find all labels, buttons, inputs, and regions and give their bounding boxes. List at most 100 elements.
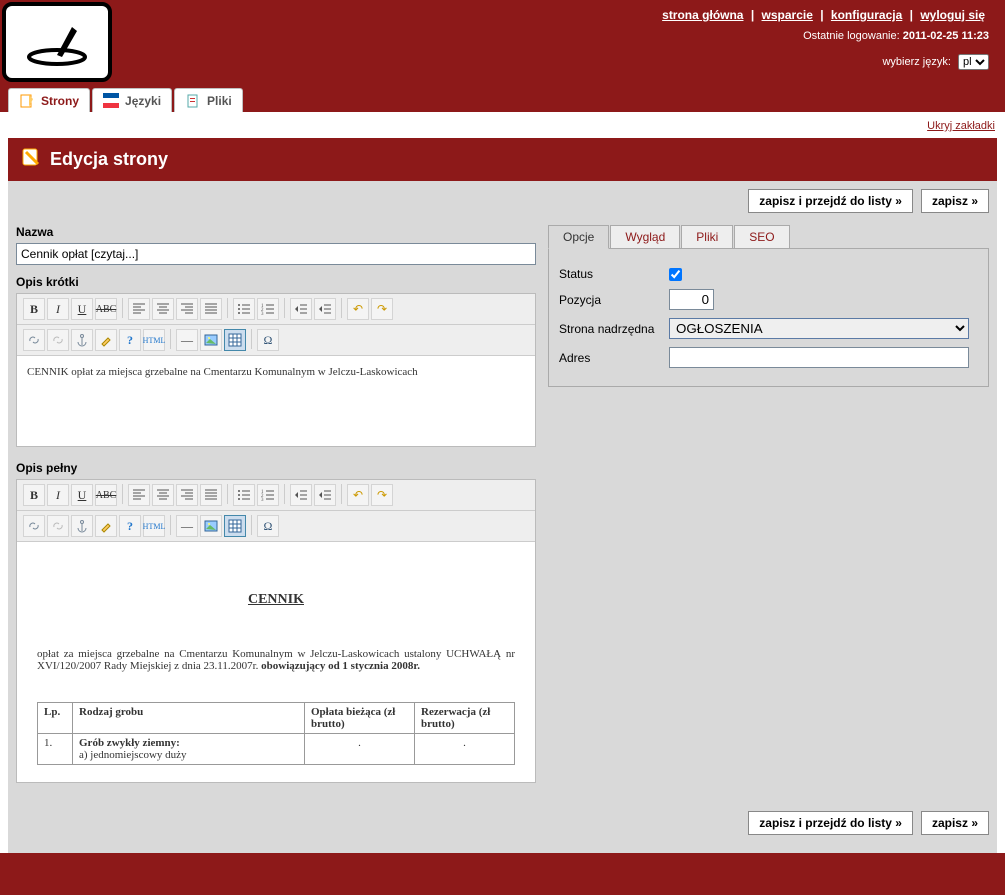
tab-pliki[interactable]: Pliki [174,88,243,112]
save-button-bottom[interactable]: zapisz » [921,811,989,835]
align-justify-button[interactable] [200,484,222,506]
ul-button[interactable] [233,298,255,320]
opt-tab-wyglad[interactable]: Wygląd [610,225,680,249]
link-logout[interactable]: wyloguj się [920,8,985,22]
redo-button[interactable]: ↷ [371,298,393,320]
help-button[interactable]: ? [119,329,141,351]
short-toolbar: B I U ABC 123 [17,294,535,325]
table-button[interactable] [224,515,246,537]
italic-button[interactable]: I [47,484,69,506]
svg-text:3: 3 [261,498,264,502]
bold-button[interactable]: B [23,298,45,320]
status-checkbox[interactable] [669,268,682,281]
align-justify-button[interactable] [200,298,222,320]
page-heading: Edycja strony [8,138,997,181]
full-toolbar-2: ? HTML — Ω [17,511,535,542]
lang-select[interactable]: pl [958,54,989,70]
footer-bar [0,861,1005,877]
full-desc-editor: B I U ABC 123 [16,479,536,783]
clean-button[interactable] [95,329,117,351]
short-desc-editor: B I U ABC 123 [16,293,536,447]
italic-button[interactable]: I [47,298,69,320]
parent-label: Strona nadrzędna [559,322,669,336]
hide-tabs-link[interactable]: Ukryj zakładki [927,120,995,132]
link-button[interactable] [23,515,45,537]
ul-button[interactable] [233,484,255,506]
clean-button[interactable] [95,515,117,537]
help-button[interactable]: ? [119,515,141,537]
bold-button[interactable]: B [23,484,45,506]
opt-tab-opcje[interactable]: Opcje [548,225,609,249]
save-go-button-bottom[interactable]: zapisz i przejdź do listy » [748,811,913,835]
name-input[interactable] [16,243,536,265]
anchor-button[interactable] [71,515,93,537]
header-links: strona główna | wsparcie | konfiguracja … [658,8,989,22]
unlink-button[interactable] [47,329,69,351]
short-desc-label: Opis krótki [16,275,536,289]
redo-button[interactable]: ↷ [371,484,393,506]
link-support[interactable]: wsparcie [762,8,813,22]
full-desc-label: Opis pełny [16,461,536,475]
opt-tab-seo[interactable]: SEO [734,225,789,249]
status-label: Status [559,267,669,281]
table-button[interactable] [224,329,246,351]
name-label: Nazwa [16,225,536,239]
align-center-button[interactable] [152,298,174,320]
hr-button[interactable]: — [176,515,198,537]
parent-select[interactable]: OGŁOSZENIA [669,318,969,339]
image-button[interactable] [200,515,222,537]
align-left-button[interactable] [128,298,150,320]
underline-button[interactable]: U [71,298,93,320]
save-go-button[interactable]: zapisz i przejdź do listy » [748,189,913,213]
link-button[interactable] [23,329,45,351]
align-left-button[interactable] [128,484,150,506]
unlink-button[interactable] [47,515,69,537]
align-center-button[interactable] [152,484,174,506]
underline-button[interactable]: U [71,484,93,506]
tab-strony[interactable]: Strony [8,88,90,112]
strike-button[interactable]: ABC [95,298,117,320]
align-right-button[interactable] [176,298,198,320]
hr-button[interactable]: — [176,329,198,351]
address-input[interactable] [669,347,969,368]
undo-button[interactable]: ↶ [347,298,369,320]
price-table: Lp. Rodzaj grobu Opłata bieżąca (zł brut… [37,702,515,765]
edit-page-icon [20,146,42,173]
strike-button[interactable]: ABC [95,484,117,506]
ol-button[interactable]: 123 [257,484,279,506]
full-toolbar: B I U ABC 123 [17,480,535,511]
position-input[interactable] [669,289,714,310]
outdent-button[interactable] [290,298,312,320]
app-header: strona główna | wsparcie | konfiguracja … [0,0,1005,88]
main-tabs: Strony Języki Pliki [8,88,997,112]
last-login: Ostatnie logowanie: 2011-02-25 11:23 [803,30,989,42]
position-label: Pozycja [559,293,669,307]
indent-button[interactable] [314,484,336,506]
anchor-button[interactable] [71,329,93,351]
svg-text:3: 3 [261,312,264,316]
image-button[interactable] [200,329,222,351]
opt-tab-pliki[interactable]: Pliki [681,225,733,249]
save-button[interactable]: zapisz » [921,189,989,213]
link-home[interactable]: strona główna [662,8,743,22]
undo-button[interactable]: ↶ [347,484,369,506]
address-label: Adres [559,351,669,365]
omega-button[interactable]: Ω [257,515,279,537]
short-toolbar-2: ? HTML — Ω [17,325,535,356]
page-icon [19,93,35,109]
html-button[interactable]: HTML [143,515,165,537]
file-icon [185,93,201,109]
lang-chooser: wybierz język: pl [882,54,989,70]
align-right-button[interactable] [176,484,198,506]
link-config[interactable]: konfiguracja [831,8,902,22]
omega-button[interactable]: Ω [257,329,279,351]
full-desc-content[interactable]: CENNIK opłat za miejsca grzebalne na Cme… [17,542,535,782]
short-desc-content[interactable]: CENNIK opłat za miejsca grzebalne na Cme… [17,356,535,446]
app-logo [2,2,112,82]
ol-button[interactable]: 123 [257,298,279,320]
outdent-button[interactable] [290,484,312,506]
tab-jezyki[interactable]: Języki [92,88,172,112]
flag-icon [103,93,119,109]
indent-button[interactable] [314,298,336,320]
html-button[interactable]: HTML [143,329,165,351]
